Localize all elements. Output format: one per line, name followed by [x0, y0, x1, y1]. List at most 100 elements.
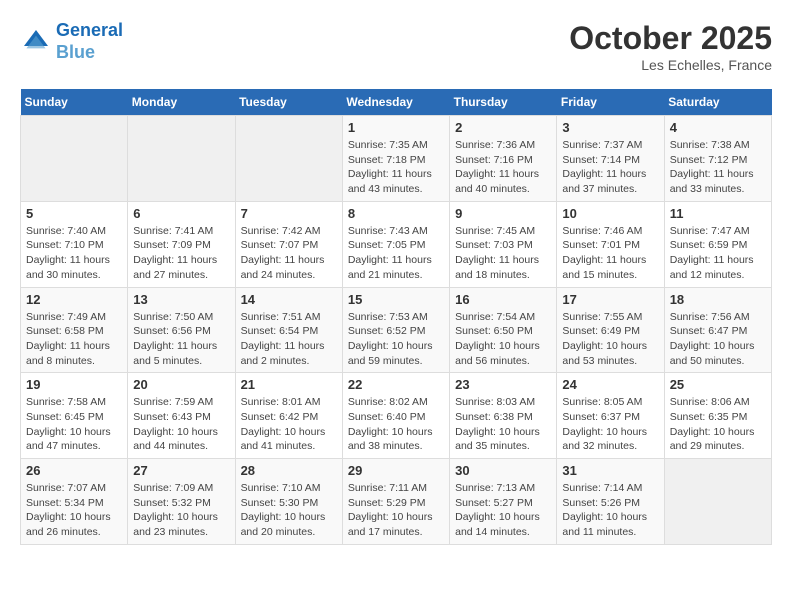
day-cell: 21Sunrise: 8:01 AM Sunset: 6:42 PM Dayli…: [235, 373, 342, 459]
day-number: 30: [455, 463, 551, 478]
day-number: 6: [133, 206, 229, 221]
day-number: 27: [133, 463, 229, 478]
week-row-4: 19 Sunrise: 7:58 AM Sunset: 6:45 PM Dayli…: [21, 373, 772, 459]
weekday-header-sunday: Sunday: [21, 89, 128, 116]
day-info: Sunrise: 7:55 AM Sunset: 6:49 PM Dayligh…: [562, 310, 658, 369]
day-cell: 23 Sunrise: 8:03 AM Sunset: 6:38 PM Dayli…: [450, 373, 557, 459]
day-cell: 10Sunrise: 7:46 AM Sunset: 7:01 PM Dayli…: [557, 201, 664, 287]
day-info: Sunrise: 7:46 AM Sunset: 7:01 PM Dayligh…: [562, 224, 658, 283]
day-cell: 20 Sunrise: 7:59 AM Sunset: 6:43 PM Dayli…: [128, 373, 235, 459]
day-info: Sunrise: 7:49 AM Sunset: 6:58 PM Dayligh…: [26, 310, 122, 369]
day-info: Sunrise: 7:47 AM Sunset: 6:59 PM Dayligh…: [670, 224, 766, 283]
day-cell: 22Sunrise: 8:02 AM Sunset: 6:40 PM Dayli…: [342, 373, 449, 459]
day-cell: 7 Sunrise: 7:42 AM Sunset: 7:07 PM Daylig…: [235, 201, 342, 287]
logo-icon: [20, 26, 52, 58]
day-cell: 12 Sunrise: 7:49 AM Sunset: 6:58 PM Dayli…: [21, 287, 128, 373]
day-cell: 13 Sunrise: 7:50 AM Sunset: 6:56 PM Dayli…: [128, 287, 235, 373]
weekday-header-row: SundayMondayTuesdayWednesdayThursdayFrid…: [21, 89, 772, 116]
day-info: Sunrise: 8:05 AM Sunset: 6:37 PM Dayligh…: [562, 395, 658, 454]
weekday-header-saturday: Saturday: [664, 89, 771, 116]
day-number: 16: [455, 292, 551, 307]
day-cell: 31 Sunrise: 7:14 AM Sunset: 5:26 PM Dayli…: [557, 459, 664, 545]
day-cell: 5Sunrise: 7:40 AM Sunset: 7:10 PM Daylig…: [21, 201, 128, 287]
day-info: Sunrise: 7:43 AM Sunset: 7:05 PM Dayligh…: [348, 224, 444, 283]
day-info: Sunrise: 8:02 AM Sunset: 6:40 PM Dayligh…: [348, 395, 444, 454]
day-cell: 1 Sunrise: 7:35 AM Sunset: 7:18 PM Daylig…: [342, 116, 449, 202]
day-info: Sunrise: 7:37 AM Sunset: 7:14 PM Dayligh…: [562, 138, 658, 197]
day-info: Sunrise: 7:41 AM Sunset: 7:09 PM Dayligh…: [133, 224, 229, 283]
day-number: 28: [241, 463, 337, 478]
day-info: Sunrise: 7:59 AM Sunset: 6:43 PM Dayligh…: [133, 395, 229, 454]
weekday-header-friday: Friday: [557, 89, 664, 116]
day-number: 31: [562, 463, 658, 478]
day-number: 17: [562, 292, 658, 307]
day-cell: 19 Sunrise: 7:58 AM Sunset: 6:45 PM Dayli…: [21, 373, 128, 459]
day-info: Sunrise: 7:45 AM Sunset: 7:03 PM Dayligh…: [455, 224, 551, 283]
day-cell: 30 Sunrise: 7:13 AM Sunset: 5:27 PM Dayli…: [450, 459, 557, 545]
day-info: Sunrise: 7:42 AM Sunset: 7:07 PM Dayligh…: [241, 224, 337, 283]
logo: General Blue: [20, 20, 123, 63]
week-row-2: 5Sunrise: 7:40 AM Sunset: 7:10 PM Daylig…: [21, 201, 772, 287]
logo-text: General Blue: [56, 20, 123, 63]
day-number: 13: [133, 292, 229, 307]
day-number: 2: [455, 120, 551, 135]
title-block: October 2025 Les Echelles, France: [569, 20, 772, 73]
weekday-header-wednesday: Wednesday: [342, 89, 449, 116]
day-cell: 16 Sunrise: 7:54 AM Sunset: 6:50 PM Dayli…: [450, 287, 557, 373]
day-cell: 11 Sunrise: 7:47 AM Sunset: 6:59 PM Dayli…: [664, 201, 771, 287]
week-row-5: 26Sunrise: 7:07 AM Sunset: 5:34 PM Dayli…: [21, 459, 772, 545]
day-number: 5: [26, 206, 122, 221]
day-cell: 2 Sunrise: 7:36 AM Sunset: 7:16 PM Daylig…: [450, 116, 557, 202]
weekday-header-monday: Monday: [128, 89, 235, 116]
day-cell: 25 Sunrise: 8:06 AM Sunset: 6:35 PM Dayli…: [664, 373, 771, 459]
day-cell: 3Sunrise: 7:37 AM Sunset: 7:14 PM Daylig…: [557, 116, 664, 202]
day-info: Sunrise: 8:03 AM Sunset: 6:38 PM Dayligh…: [455, 395, 551, 454]
day-number: 1: [348, 120, 444, 135]
day-info: Sunrise: 7:36 AM Sunset: 7:16 PM Dayligh…: [455, 138, 551, 197]
day-cell: 15 Sunrise: 7:53 AM Sunset: 6:52 PM Dayli…: [342, 287, 449, 373]
day-number: 15: [348, 292, 444, 307]
day-number: 9: [455, 206, 551, 221]
week-row-1: 1 Sunrise: 7:35 AM Sunset: 7:18 PM Daylig…: [21, 116, 772, 202]
day-info: Sunrise: 7:54 AM Sunset: 6:50 PM Dayligh…: [455, 310, 551, 369]
day-number: 20: [133, 377, 229, 392]
day-info: Sunrise: 7:13 AM Sunset: 5:27 PM Dayligh…: [455, 481, 551, 540]
day-cell: 17 Sunrise: 7:55 AM Sunset: 6:49 PM Dayli…: [557, 287, 664, 373]
day-info: Sunrise: 8:01 AM Sunset: 6:42 PM Dayligh…: [241, 395, 337, 454]
day-cell: 9 Sunrise: 7:45 AM Sunset: 7:03 PM Daylig…: [450, 201, 557, 287]
day-info: Sunrise: 7:56 AM Sunset: 6:47 PM Dayligh…: [670, 310, 766, 369]
day-info: Sunrise: 8:06 AM Sunset: 6:35 PM Dayligh…: [670, 395, 766, 454]
day-number: 14: [241, 292, 337, 307]
day-info: Sunrise: 7:35 AM Sunset: 7:18 PM Dayligh…: [348, 138, 444, 197]
day-info: Sunrise: 7:50 AM Sunset: 6:56 PM Dayligh…: [133, 310, 229, 369]
day-info: Sunrise: 7:53 AM Sunset: 6:52 PM Dayligh…: [348, 310, 444, 369]
page-header: General Blue October 2025 Les Echelles, …: [20, 20, 772, 73]
day-cell: 28 Sunrise: 7:10 AM Sunset: 5:30 PM Dayli…: [235, 459, 342, 545]
day-number: 19: [26, 377, 122, 392]
day-number: 24: [562, 377, 658, 392]
day-cell: [21, 116, 128, 202]
day-number: 25: [670, 377, 766, 392]
day-number: 29: [348, 463, 444, 478]
day-cell: 24 Sunrise: 8:05 AM Sunset: 6:37 PM Dayli…: [557, 373, 664, 459]
day-number: 4: [670, 120, 766, 135]
day-info: Sunrise: 7:10 AM Sunset: 5:30 PM Dayligh…: [241, 481, 337, 540]
day-cell: [664, 459, 771, 545]
day-info: Sunrise: 7:14 AM Sunset: 5:26 PM Dayligh…: [562, 481, 658, 540]
day-info: Sunrise: 7:09 AM Sunset: 5:32 PM Dayligh…: [133, 481, 229, 540]
day-cell: 8Sunrise: 7:43 AM Sunset: 7:05 PM Daylig…: [342, 201, 449, 287]
day-cell: 18Sunrise: 7:56 AM Sunset: 6:47 PM Dayli…: [664, 287, 771, 373]
calendar-table: SundayMondayTuesdayWednesdayThursdayFrid…: [20, 89, 772, 545]
day-number: 11: [670, 206, 766, 221]
day-cell: 26Sunrise: 7:07 AM Sunset: 5:34 PM Dayli…: [21, 459, 128, 545]
day-info: Sunrise: 7:58 AM Sunset: 6:45 PM Dayligh…: [26, 395, 122, 454]
day-info: Sunrise: 7:07 AM Sunset: 5:34 PM Dayligh…: [26, 481, 122, 540]
day-number: 7: [241, 206, 337, 221]
day-cell: 6 Sunrise: 7:41 AM Sunset: 7:09 PM Daylig…: [128, 201, 235, 287]
day-info: Sunrise: 7:11 AM Sunset: 5:29 PM Dayligh…: [348, 481, 444, 540]
day-number: 23: [455, 377, 551, 392]
weekday-header-tuesday: Tuesday: [235, 89, 342, 116]
day-cell: [235, 116, 342, 202]
location-subtitle: Les Echelles, France: [569, 57, 772, 73]
day-number: 12: [26, 292, 122, 307]
